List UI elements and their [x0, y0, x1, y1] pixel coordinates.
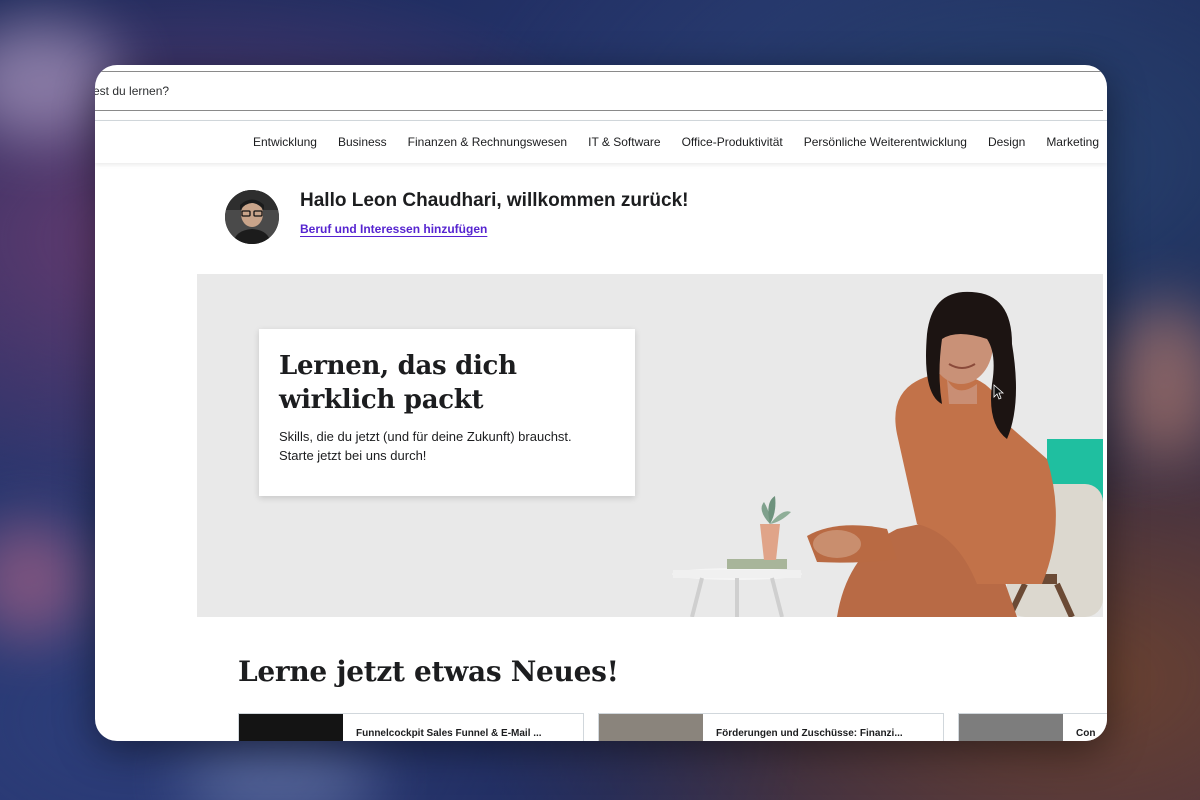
hero-subtitle-line: Skills, die du jetzt (und für deine Zuku… — [279, 429, 572, 444]
nav-item-persoenliche-weiterentwicklung[interactable]: Persönliche Weiterentwicklung — [804, 135, 967, 149]
course-thumbnail — [599, 714, 703, 741]
course-card[interactable]: Förderungen und Zuschüsse: Finanzi... — [598, 713, 944, 741]
background-blob — [0, 520, 90, 640]
browser-window: Entwicklung Business Finanzen & Rechnung… — [95, 65, 1107, 741]
course-title: Funnelcockpit Sales Funnel & E-Mail ... — [356, 728, 542, 739]
hero-card: Lernen, das dich wirklich packt Skills, … — [259, 329, 635, 496]
course-thumbnail — [239, 714, 343, 741]
hero-title-line: Lernen, das dich — [279, 351, 517, 381]
nav-item-it-software[interactable]: IT & Software — [588, 135, 660, 149]
search-bar — [95, 71, 1103, 111]
nav-item-design[interactable]: Design — [988, 135, 1025, 149]
mouse-pointer-icon — [993, 384, 1005, 400]
course-card[interactable]: Con — [958, 713, 1107, 741]
nav-item-office[interactable]: Office-Produktivität — [682, 135, 783, 149]
search-input[interactable] — [95, 84, 693, 98]
hero-title-line: wirklich packt — [279, 385, 484, 415]
nav-item-finanzen[interactable]: Finanzen & Rechnungswesen — [408, 135, 567, 149]
add-profession-interests-link[interactable]: Beruf und Interessen hinzufügen — [300, 222, 487, 236]
nav-item-entwicklung[interactable]: Entwicklung — [253, 135, 317, 149]
avatar[interactable] — [225, 190, 279, 244]
background-blob — [1110, 300, 1200, 460]
course-card[interactable]: Funnelcockpit Sales Funnel & E-Mail ... — [238, 713, 584, 741]
hero-subtitle: Skills, die du jetzt (und für deine Zuku… — [279, 427, 615, 465]
greeting-block: Hallo Leon Chaudhari, willkommen zurück!… — [225, 190, 689, 244]
hero-banner: Lernen, das dich wirklich packt Skills, … — [197, 274, 1103, 617]
course-thumbnail — [959, 714, 1063, 741]
background-blob — [180, 740, 380, 800]
nav-item-marketing[interactable]: Marketing — [1046, 135, 1099, 149]
section-title: Lerne jetzt etwas Neues! — [238, 655, 619, 688]
hero-subtitle-line: Starte jetzt bei uns durch! — [279, 448, 427, 463]
hero-title: Lernen, das dich wirklich packt — [279, 349, 615, 417]
course-title: Con — [1076, 728, 1096, 739]
nav-item-business[interactable]: Business — [338, 135, 387, 149]
avatar-image — [225, 190, 279, 244]
category-nav: Entwicklung Business Finanzen & Rechnung… — [95, 121, 1107, 163]
course-title: Förderungen und Zuschüsse: Finanzi... — [716, 728, 903, 739]
greeting-title: Hallo Leon Chaudhari, willkommen zurück! — [300, 190, 689, 211]
